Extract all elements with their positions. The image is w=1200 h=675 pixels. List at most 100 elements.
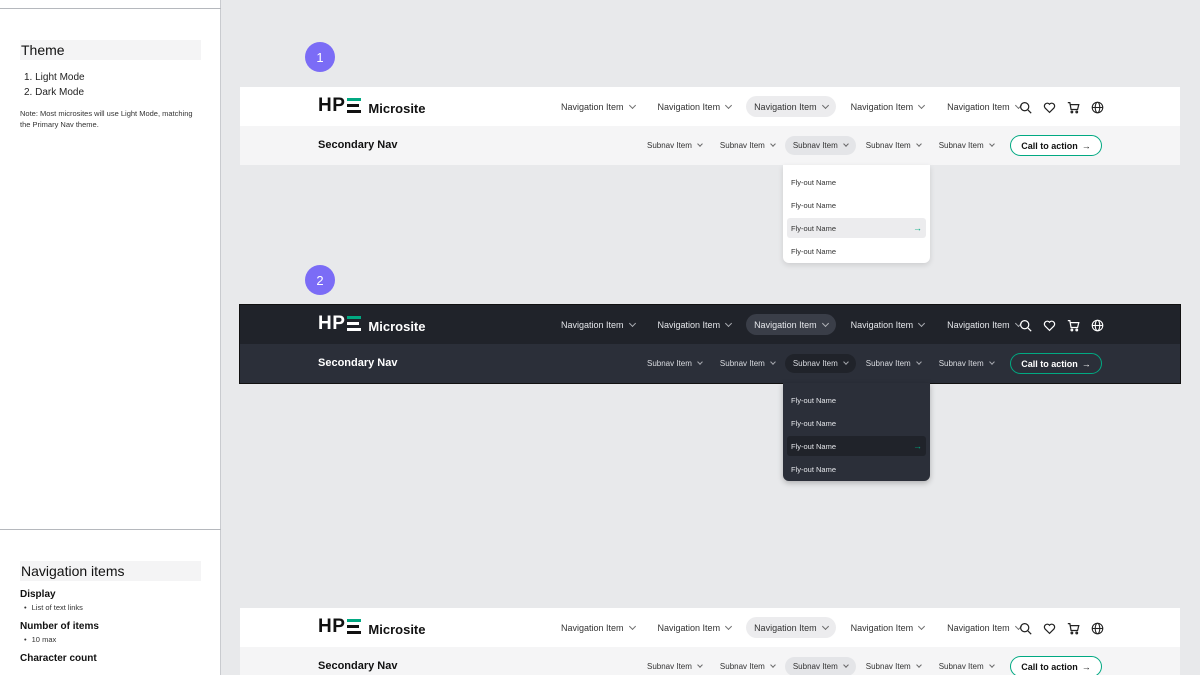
subnav-item-label: Subnav Item	[647, 359, 692, 368]
flyout-item-label: Fly-out Name	[791, 246, 837, 256]
heart-icon[interactable]	[1041, 317, 1057, 333]
call-to-action-button[interactable]: Call to action →	[1010, 353, 1102, 374]
call-to-action-button[interactable]: Call to action →	[1010, 135, 1102, 156]
nav-item-label: Navigation Item	[947, 101, 1010, 112]
nav-items: Navigation Item Navigation Item Navigati…	[553, 96, 1036, 117]
nav-item-label: Navigation Item	[850, 622, 914, 633]
call-to-action-button[interactable]: Call to action →	[1010, 656, 1102, 675]
secondary-nav-title[interactable]: Secondary Nav	[318, 139, 397, 151]
nav-item-active[interactable]: Navigation Item	[746, 314, 836, 335]
subnav-item[interactable]: Subnav Item	[639, 136, 710, 155]
subnav-item-label: Subnav Item	[719, 662, 765, 671]
chevron-down-icon	[770, 141, 776, 147]
subnav-item[interactable]: Subnav Item	[712, 354, 783, 373]
flyout-item-active[interactable]: Fly-out Name →	[787, 436, 926, 456]
flyout-item[interactable]: Fly-out Name	[787, 390, 926, 410]
subnav-item-active[interactable]: Subnav Item	[784, 354, 856, 373]
globe-icon[interactable]	[1089, 99, 1105, 115]
search-icon[interactable]	[1017, 620, 1033, 636]
light-mode-nav-example: H P Microsite Navigation Item Navigation…	[240, 608, 1180, 675]
divider	[0, 8, 221, 9]
nav-item-active[interactable]: Navigation Item	[746, 617, 836, 638]
documentation-panel: Theme 1. Light Mode 2. Dark Mode Note: M…	[0, 0, 221, 675]
subnav-item[interactable]: Subnav Item	[639, 657, 710, 675]
nav-item-active[interactable]: Navigation Item	[746, 96, 836, 117]
logo-letter: H	[318, 616, 333, 637]
nav-item[interactable]: Navigation Item	[939, 314, 1029, 335]
flyout-item-label: Fly-out Name	[791, 464, 837, 474]
logo-e-mark	[347, 98, 362, 113]
arrow-right-icon: →	[1081, 358, 1091, 369]
chevron-down-icon	[842, 141, 849, 147]
subnav-item-label: Subnav Item	[647, 141, 692, 150]
flyout-item-label: Fly-out Name	[791, 223, 837, 233]
subnav-item-active[interactable]: Subnav Item	[784, 657, 856, 675]
subnav-item-label: Subnav Item	[719, 141, 765, 150]
hpe-logo[interactable]: H P Microsite	[318, 96, 426, 115]
subnav-item[interactable]: Subnav Item	[712, 657, 783, 675]
subnav-item[interactable]: Subnav Item	[858, 657, 929, 675]
subnav-item-label: Subnav Item	[865, 359, 911, 368]
cart-icon[interactable]	[1065, 317, 1081, 333]
nav-item-label: Navigation Item	[754, 101, 817, 112]
chevron-down-icon	[915, 359, 922, 365]
subnav-item-label: Subnav Item	[719, 359, 765, 368]
utility-icons	[1017, 317, 1113, 333]
flyout-item[interactable]: Fly-out Name	[787, 413, 926, 433]
subnav-item-active[interactable]: Subnav Item	[784, 136, 856, 155]
cart-icon[interactable]	[1065, 99, 1081, 115]
cta-label: Call to action	[1021, 661, 1078, 672]
secondary-nav-title[interactable]: Secondary Nav	[318, 357, 397, 369]
nav-item[interactable]: Navigation Item	[843, 96, 933, 117]
nav-item[interactable]: Navigation Item	[553, 617, 643, 638]
subnav-item[interactable]: Subnav Item	[858, 136, 929, 155]
nav-item-label: Navigation Item	[657, 319, 721, 330]
arrow-right-icon: →	[1081, 140, 1091, 151]
nav-item[interactable]: Navigation Item	[939, 617, 1029, 638]
flyout-item-active[interactable]: Fly-out Name →	[787, 218, 926, 238]
chevron-down-icon	[697, 359, 703, 365]
subnav-item[interactable]: Subnav Item	[931, 354, 1002, 373]
nav-item[interactable]: Navigation Item	[939, 96, 1029, 117]
navigation-heading: Navigation items	[20, 561, 201, 581]
heart-icon[interactable]	[1041, 99, 1057, 115]
hpe-logo[interactable]: H P Microsite	[318, 314, 426, 333]
subnav-item[interactable]: Subnav Item	[639, 354, 710, 373]
nav-item[interactable]: Navigation Item	[553, 96, 643, 117]
nav-item[interactable]: Navigation Item	[553, 314, 643, 335]
heart-icon[interactable]	[1041, 620, 1057, 636]
nav-item[interactable]: Navigation Item	[843, 617, 933, 638]
primary-nav-bar: H P Microsite Navigation Item Navigation…	[240, 608, 1180, 647]
nav-item[interactable]: Navigation Item	[650, 96, 740, 117]
chevron-down-icon	[988, 141, 995, 147]
hpe-logo[interactable]: H P Microsite	[318, 616, 426, 637]
navigation-section: Navigation items Display List of text li…	[20, 561, 201, 664]
subnav-item[interactable]: Subnav Item	[712, 136, 783, 155]
globe-icon[interactable]	[1089, 620, 1105, 636]
secondary-nav-title[interactable]: Secondary Nav	[318, 660, 397, 672]
cart-icon[interactable]	[1065, 620, 1081, 636]
subnav-item[interactable]: Subnav Item	[858, 354, 929, 373]
chevron-down-icon	[988, 359, 995, 365]
nav-item[interactable]: Navigation Item	[843, 314, 933, 335]
flyout-item[interactable]: Fly-out Name	[787, 241, 926, 261]
nav-item-label: Navigation Item	[754, 319, 817, 330]
chevron-down-icon	[697, 662, 703, 668]
nav-item[interactable]: Navigation Item	[650, 617, 740, 638]
flyout-item-label: Fly-out Name	[791, 441, 837, 451]
subnav-item[interactable]: Subnav Item	[931, 136, 1002, 155]
flyout-item-label: Fly-out Name	[791, 200, 837, 210]
chevron-down-icon	[988, 662, 995, 668]
theme-list: 1. Light Mode 2. Dark Mode	[20, 70, 201, 100]
globe-icon[interactable]	[1089, 317, 1105, 333]
subnav-items: Subnav Item Subnav Item Subnav Item Subn…	[639, 657, 1004, 675]
flyout-item[interactable]: Fly-out Name	[787, 459, 926, 479]
search-icon[interactable]	[1017, 99, 1033, 115]
nav-item[interactable]: Navigation Item	[650, 314, 740, 335]
search-icon[interactable]	[1017, 317, 1033, 333]
character-count-label: Character count	[20, 653, 97, 664]
subnav-item[interactable]: Subnav Item	[931, 657, 1002, 675]
flyout-item[interactable]: Fly-out Name	[787, 195, 926, 215]
flyout-item[interactable]: Fly-out Name	[787, 172, 926, 192]
nav-item-label: Navigation Item	[754, 622, 817, 633]
